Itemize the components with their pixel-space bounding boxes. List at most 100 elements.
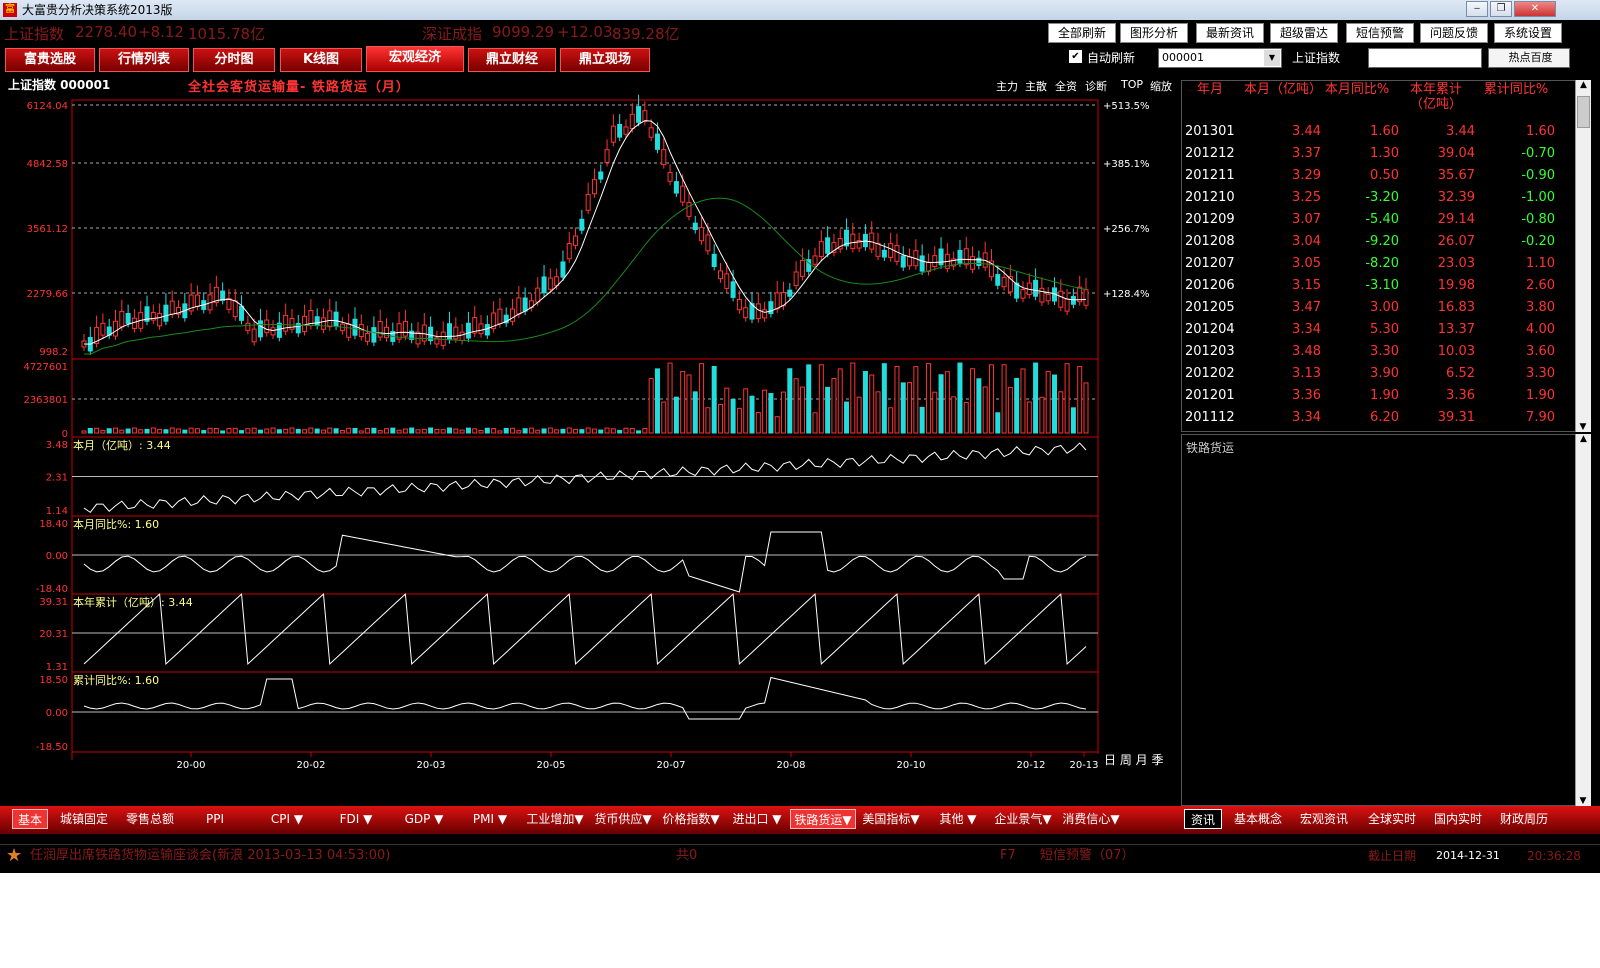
super-radar-button[interactable]: 超级雷达 [1270,23,1338,43]
tab-kline[interactable]: K线图 [280,48,362,72]
info-scroll-down-icon[interactable]: ▼ [1576,796,1590,806]
table-row[interactable]: 201207 3.05 -8.20 23.03 1.10 [1185,253,1555,275]
tool-main[interactable]: 主力 [996,78,1018,94]
tool-zoom[interactable]: 缩放 [1150,78,1172,94]
table-row[interactable]: 201204 3.34 5.30 13.37 4.00 [1185,319,1555,341]
table-row[interactable]: 201202 3.13 3.90 6.52 3.30 [1185,363,1555,385]
tab-dingli-live[interactable]: 鼎立现场 [560,48,650,72]
table-row[interactable]: 201208 3.04 -9.20 26.07 -0.20 [1185,231,1555,253]
tab-business-climate[interactable]: 企业景气▼ [990,809,1056,829]
tool-diagnose[interactable]: 诊断 [1085,78,1107,94]
tab-consumer-confidence[interactable]: 消费信心▼ [1058,809,1124,829]
table-row[interactable]: 201209 3.07 -5.40 29.14 -0.80 [1185,209,1555,231]
macro-chart[interactable]: 6124.04 4842.58 3561.12 2279.66 998.2 +513.5%… [0,94,1180,814]
tool-main-retail[interactable]: 主散 [1025,78,1047,94]
table-row[interactable]: 201203 3.48 3.30 10.03 3.60 [1185,341,1555,363]
table-row[interactable]: 201211 3.29 0.50 35.67 -0.90 [1185,165,1555,187]
tab-gdp[interactable]: GDP ▼ [396,809,452,829]
tab-cpi[interactable]: CPI ▼ [260,809,314,829]
info-scrollbar[interactable]: ▲ ▼ [1575,434,1591,806]
volume-bar [1077,365,1083,434]
search-input[interactable] [1368,48,1482,68]
volume-bar [762,389,768,434]
candle-body [1064,298,1070,312]
latest-news-button[interactable]: 最新资讯 [1196,23,1264,43]
rtab-fiscal-calendar[interactable]: 财政周历 [1494,809,1554,829]
rtab-domestic-realtime[interactable]: 国内实时 [1428,809,1488,829]
close-icon[interactable]: ✕ [1514,1,1556,17]
scroll-up-icon[interactable]: ▲ [1576,80,1591,90]
rtab-basic-concept[interactable]: 基本概念 [1228,809,1288,829]
info-scroll-up-icon[interactable]: ▲ [1576,434,1591,444]
scroll-down-icon[interactable]: ▼ [1576,422,1590,432]
tab-dingli-finance[interactable]: 鼎立财经 [468,48,556,72]
news-ticker[interactable]: 任润厚出席铁路货物运输座谈会(新浪 2013-03-13 04:53:00) [30,845,390,867]
tab-retail-total[interactable]: 零售总额 [122,809,178,829]
x-tick: 20-00 [176,760,205,771]
table-scrollbar[interactable]: ▲ ▼ [1575,80,1591,432]
cell-monthly: 3.37 [1292,146,1321,161]
candle-body [686,202,692,217]
feedback-button[interactable]: 问题反馈 [1420,23,1488,43]
rtab-global-realtime[interactable]: 全球实时 [1362,809,1422,829]
rtab-macro-news[interactable]: 宏观资讯 [1294,809,1354,829]
tool-all-capital[interactable]: 全资 [1055,78,1077,94]
volume-bar [251,427,257,434]
candle-body [598,171,604,180]
graph-analysis-button[interactable]: 图形分析 [1120,23,1188,43]
candle-body [257,320,263,338]
chevron-down-icon[interactable]: ▼ [1264,50,1280,66]
tab-stock-picker[interactable]: 富贵选股 [5,48,95,72]
tab-pmi[interactable]: PMI ▼ [462,809,518,829]
candle-body [510,308,516,322]
candle-body [447,323,453,341]
tab-import-export[interactable]: 进出口 ▼ [728,809,786,829]
candle-body [516,297,522,315]
auto-refresh-checkbox[interactable]: ✔ [1069,50,1082,63]
rtab-news[interactable]: 资讯 [1184,809,1222,829]
tab-quote-list[interactable]: 行情列表 [99,48,189,72]
system-settings-button[interactable]: 系统设置 [1494,23,1562,43]
tool-top[interactable]: TOP [1121,78,1143,91]
tab-ppi[interactable]: PPI [196,809,234,829]
tab-other[interactable]: 其他 ▼ [930,809,986,829]
volume-bar [377,430,383,434]
tab-intraday[interactable]: 分时图 [193,48,275,72]
cell-monthly: 3.05 [1292,256,1321,271]
table-row[interactable]: 201210 3.25 -3.20 32.39 -1.00 [1185,187,1555,209]
table-row[interactable]: 201201 3.36 1.90 3.36 1.90 [1185,385,1555,407]
scroll-thumb[interactable] [1577,96,1590,128]
tab-industrial-added[interactable]: 工业增加▼ [522,809,588,829]
maximize-icon[interactable]: ❐ [1490,1,1512,17]
tab-macro-economy[interactable]: 宏观经济 [366,46,464,72]
sms-alert-status[interactable]: 短信预警（07） [1040,845,1135,867]
cell-monthly-yoy: 1.60 [1370,124,1399,139]
candle-body [270,327,276,336]
table-row[interactable]: 201112 3.34 6.20 39.31 7.90 [1185,407,1555,429]
cell-ytd: 6.52 [1446,366,1475,381]
tab-money-supply[interactable]: 货币供应▼ [590,809,656,829]
refresh-all-button[interactable]: 全部刷新 [1048,23,1116,43]
cell-monthly-yoy: 6.20 [1370,410,1399,425]
tab-railway-freight[interactable]: 铁路货运▼ [790,809,856,829]
tab-fdi[interactable]: FDI ▼ [328,809,384,829]
ma-long-line [83,197,1087,355]
volume-bar [1020,368,1026,434]
vol-tick: 4727601 [23,362,68,373]
volume-bar [970,368,976,434]
tab-basic[interactable]: 基本 [12,809,48,829]
table-row[interactable]: 201205 3.47 3.00 16.83 3.80 [1185,297,1555,319]
minimize-icon[interactable]: ‒ [1466,1,1488,17]
tab-price-index[interactable]: 价格指数▼ [658,809,724,829]
sms-alert-button[interactable]: 短信预警 [1346,23,1414,43]
tab-urban-fixed[interactable]: 城镇固定 [56,809,112,829]
volume-bar [1058,391,1064,434]
tab-us-indicators[interactable]: 美国指标▼ [858,809,924,829]
volume-bar [1001,364,1007,434]
stock-code-input[interactable]: 000001 ▼ [1158,48,1282,68]
hot-baidu-button[interactable]: 热点百度 [1488,48,1570,68]
volume-bar [982,386,988,434]
table-row[interactable]: 201206 3.15 -3.10 19.98 2.60 [1185,275,1555,297]
table-row[interactable]: 201301 3.44 1.60 3.44 1.60 [1185,121,1555,143]
table-row[interactable]: 201212 3.37 1.30 39.04 -0.70 [1185,143,1555,165]
